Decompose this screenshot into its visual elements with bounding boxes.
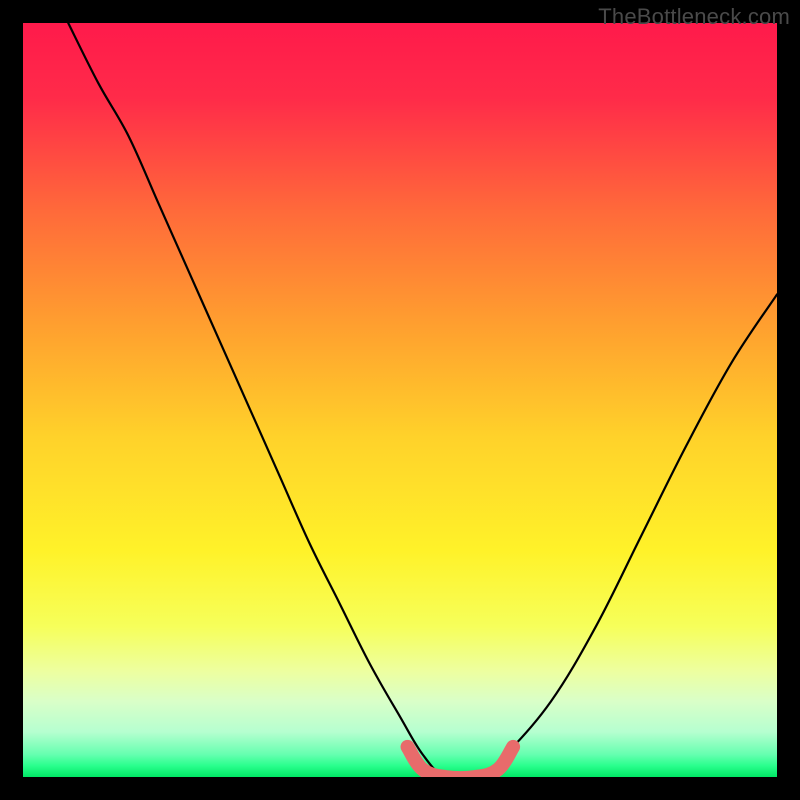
optimal-range-highlight: [408, 747, 514, 777]
bottleneck-curve: [68, 23, 777, 777]
plot-area: [23, 23, 777, 777]
watermark-text: TheBottleneck.com: [598, 4, 790, 30]
chart-frame: TheBottleneck.com: [0, 0, 800, 800]
curve-layer: [23, 23, 777, 777]
